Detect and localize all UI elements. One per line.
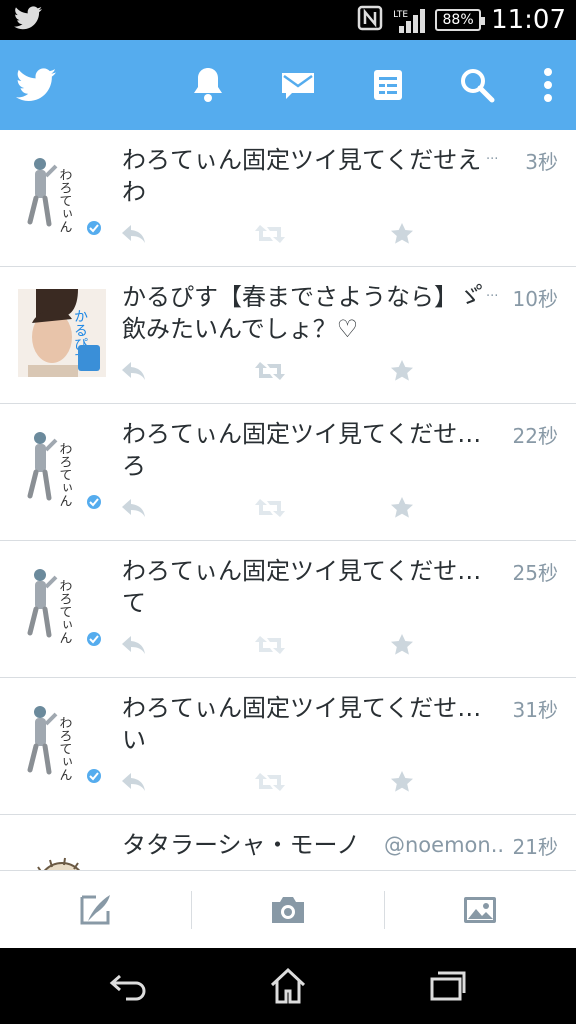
battery-level: 88% bbox=[442, 12, 474, 28]
tweet-row[interactable]: わろてぃん わろてぃん固定ツイ見てくだせ… て 25秒 bbox=[0, 541, 576, 678]
avatar[interactable] bbox=[18, 837, 106, 870]
avatar[interactable]: わろてぃん bbox=[18, 152, 106, 240]
home-icon[interactable] bbox=[228, 948, 348, 1024]
tweet-handle: @noemon... bbox=[384, 833, 504, 857]
svg-text:わろてぃん: わろてぃん bbox=[57, 579, 73, 644]
status-bar: LTE 88% 11:07 bbox=[0, 0, 576, 40]
tweet-row[interactable]: わろてぃん わろてぃん固定ツイ見てくだせ… ろ 22秒 bbox=[0, 404, 576, 541]
truncation-ellipsis: ... bbox=[486, 148, 499, 163]
tweet-time: 21秒 bbox=[512, 835, 558, 859]
retweet-icon[interactable] bbox=[254, 494, 286, 522]
tweet-time: 25秒 bbox=[512, 561, 558, 585]
back-icon[interactable] bbox=[68, 948, 188, 1024]
camera-icon[interactable] bbox=[192, 871, 384, 949]
retweet-icon[interactable] bbox=[254, 357, 286, 385]
avatar[interactable]: わろてぃん bbox=[18, 563, 106, 651]
tweet-time: 31秒 bbox=[512, 698, 558, 722]
app-bar bbox=[0, 40, 576, 130]
compose-bar bbox=[0, 870, 576, 948]
tweet-row[interactable]: わろてぃん わろてぃん固定ツイ見てくだせ… い 31秒 bbox=[0, 678, 576, 815]
reply-icon[interactable] bbox=[120, 768, 148, 796]
svg-text:わろてぃん: わろてぃん bbox=[57, 442, 73, 507]
twitter-logo-icon[interactable] bbox=[14, 62, 58, 108]
svg-text:わろてぃん: わろてぃん bbox=[57, 168, 73, 233]
tweet-text: かるぴす【春までさようなら】ゞ゚ 飲みたいんでしょ？♡ bbox=[122, 283, 482, 343]
reply-icon[interactable] bbox=[120, 357, 148, 385]
overflow-menu-icon[interactable] bbox=[534, 62, 562, 108]
favorite-icon[interactable] bbox=[390, 494, 414, 522]
favorite-icon[interactable] bbox=[390, 357, 414, 385]
reply-icon[interactable] bbox=[120, 220, 148, 248]
favorite-icon[interactable] bbox=[390, 220, 414, 248]
avatar[interactable]: わろてぃん bbox=[18, 700, 106, 788]
reply-icon[interactable] bbox=[120, 631, 148, 659]
avatar[interactable]: わろてぃん bbox=[18, 426, 106, 514]
lists-icon[interactable] bbox=[368, 62, 408, 108]
clock: 11:07 bbox=[491, 5, 566, 35]
notifications-icon[interactable] bbox=[188, 62, 228, 108]
search-icon[interactable] bbox=[456, 62, 498, 108]
tweet-row[interactable]: わろてぃん わろてぃん固定ツイ見てくだせえわ ... 3秒 bbox=[0, 130, 576, 267]
nfc-icon bbox=[357, 5, 383, 35]
system-nav-bar bbox=[0, 948, 576, 1024]
retweet-icon[interactable] bbox=[254, 220, 286, 248]
favorite-icon[interactable] bbox=[390, 631, 414, 659]
retweet-icon[interactable] bbox=[254, 631, 286, 659]
avatar[interactable]: かるぴす bbox=[18, 289, 106, 377]
twitter-notification-icon bbox=[14, 6, 42, 34]
tweet-row[interactable]: タタラーシャ・モーノ @noemon... 21秒 bbox=[0, 815, 576, 870]
tweet-text: わろてぃん固定ツイ見てくだせ… て bbox=[122, 557, 482, 617]
tweet-text: わろてぃん固定ツイ見てくだせ… ろ bbox=[122, 420, 482, 480]
favorite-icon[interactable] bbox=[390, 768, 414, 796]
tweet-text: わろてぃん固定ツイ見てくだせ… い bbox=[122, 694, 482, 754]
truncation-ellipsis: ... bbox=[486, 285, 499, 300]
gallery-icon[interactable] bbox=[384, 871, 576, 949]
compose-tweet-icon[interactable] bbox=[0, 871, 192, 949]
tweet-time: 3秒 bbox=[525, 150, 558, 174]
reply-icon[interactable] bbox=[120, 494, 148, 522]
retweet-icon[interactable] bbox=[254, 768, 286, 796]
tweet-row[interactable]: かるぴす かるぴす【春までさようなら】ゞ゚ 飲みたいんでしょ？♡ ... 10秒 bbox=[0, 267, 576, 404]
timeline[interactable]: わろてぃん わろてぃん固定ツイ見てくだせえわ ... 3秒 かるぴす かるぴす【… bbox=[0, 130, 576, 870]
battery-icon: 88% bbox=[435, 9, 486, 31]
tweet-time: 22秒 bbox=[512, 424, 558, 448]
recent-apps-icon[interactable] bbox=[388, 948, 508, 1024]
tweet-time: 10秒 bbox=[512, 287, 558, 311]
tweet-text: わろてぃん固定ツイ見てくだせえわ bbox=[122, 146, 482, 206]
svg-text:わろてぃん: わろてぃん bbox=[57, 716, 73, 781]
messages-icon[interactable] bbox=[278, 62, 318, 108]
signal-icon: LTE bbox=[393, 6, 426, 34]
